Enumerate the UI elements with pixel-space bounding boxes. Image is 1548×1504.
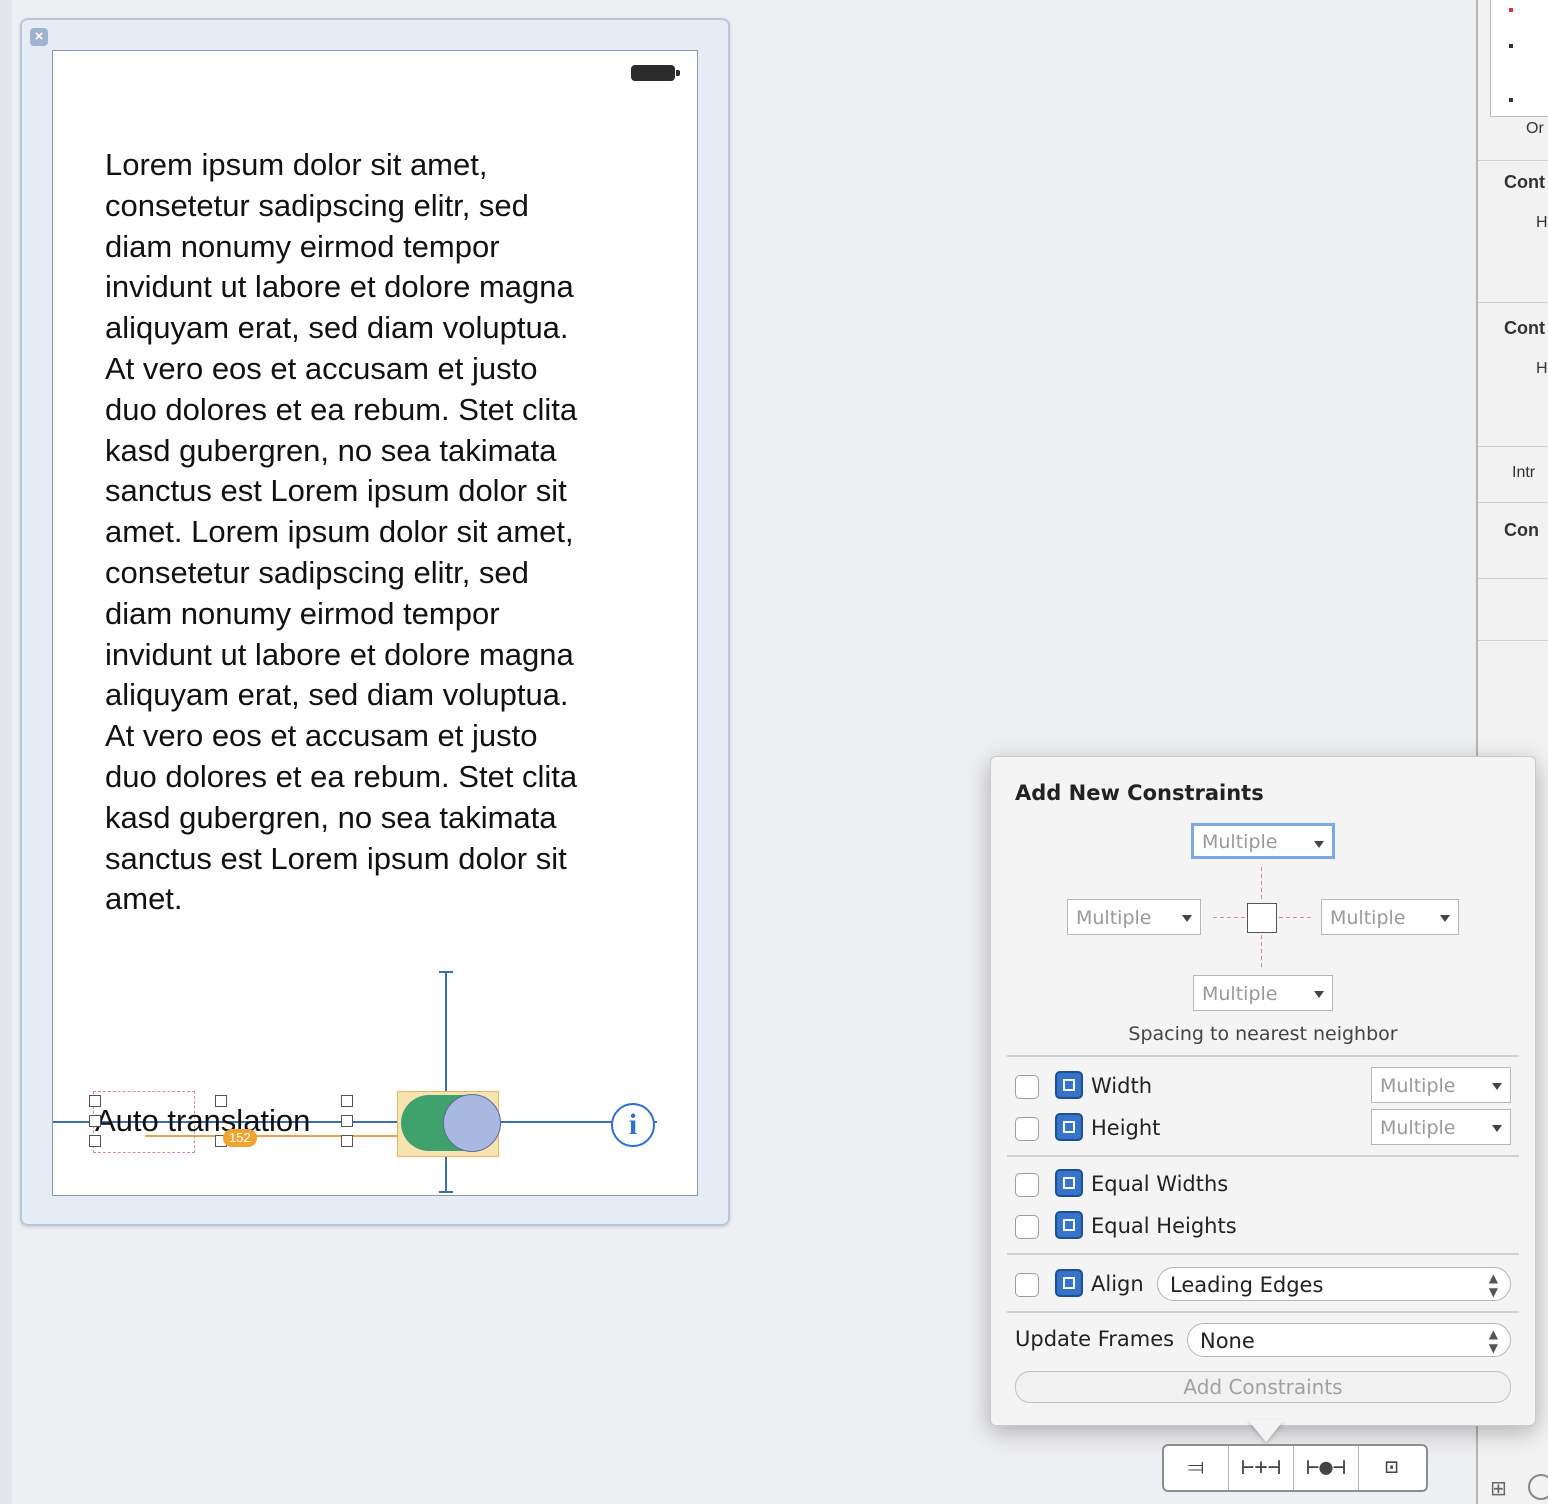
divider xyxy=(1007,1055,1519,1057)
equal-heights-row: Equal Heights xyxy=(1015,1211,1515,1241)
constraint-center-box xyxy=(1247,903,1277,933)
divider xyxy=(1007,1253,1519,1255)
top-spacing-value: Multiple xyxy=(1202,831,1278,853)
right-pin-icon[interactable] xyxy=(1279,917,1311,918)
resizing-icon[interactable]: ⊡ xyxy=(1359,1446,1424,1490)
align-popup[interactable]: Leading Edges ▲ ▼ xyxy=(1157,1267,1511,1301)
resolve-icon[interactable]: ⊢●⊣ xyxy=(1294,1446,1359,1490)
divider xyxy=(1478,446,1548,447)
bottom-spacing-field[interactable]: Multiple xyxy=(1193,975,1333,1011)
resize-handle[interactable] xyxy=(341,1135,353,1147)
divider xyxy=(1478,302,1548,303)
height-checkbox[interactable] xyxy=(1015,1117,1039,1141)
inspector-label: Or xyxy=(1526,120,1544,137)
width-value-field[interactable]: Multiple xyxy=(1371,1067,1511,1103)
up-down-arrows-icon: ▲ ▼ xyxy=(1488,1271,1498,1299)
align-label: Align xyxy=(1091,1272,1144,1296)
width-checkbox[interactable] xyxy=(1015,1075,1039,1099)
autoresizing-box[interactable] xyxy=(1490,0,1548,117)
chevron-down-icon[interactable] xyxy=(1492,1083,1502,1090)
resize-handle[interactable] xyxy=(215,1095,227,1107)
marker-dot xyxy=(1509,98,1513,102)
inspector-section-title: Cont xyxy=(1504,318,1545,338)
inspector-label: H xyxy=(1536,360,1548,377)
add-constraints-popover: Add New Constraints Multiple Multiple Mu… xyxy=(990,756,1536,1426)
info-button[interactable]: i xyxy=(611,1103,655,1147)
bottom-spacing-value: Multiple xyxy=(1202,983,1278,1005)
device-screen[interactable]: Lorem ipsum dolor sit amet, consetetur s… xyxy=(52,50,698,1196)
chevron-down-icon[interactable] xyxy=(1182,915,1192,922)
marker-dot xyxy=(1509,8,1513,12)
equal-widths-label: Equal Widths xyxy=(1091,1172,1229,1196)
inspector-section-title: Cont xyxy=(1504,172,1545,192)
right-spacing-value: Multiple xyxy=(1330,907,1406,929)
inspector-label: H xyxy=(1536,214,1548,231)
align-value: Leading Edges xyxy=(1170,1273,1324,1297)
resize-handle[interactable] xyxy=(89,1115,101,1127)
battery-icon xyxy=(631,65,680,81)
text-view[interactable]: Lorem ipsum dolor sit amet, consetetur s… xyxy=(105,145,665,920)
chevron-down-icon[interactable] xyxy=(1440,915,1450,922)
equal-heights-label: Equal Heights xyxy=(1091,1214,1237,1238)
constraint-badge[interactable]: 152 xyxy=(223,1129,257,1147)
width-icon xyxy=(1055,1071,1083,1099)
equal-heights-checkbox[interactable] xyxy=(1015,1215,1039,1239)
view-controller-scene[interactable]: × Lorem ipsum dolor sit amet, consetetur… xyxy=(20,18,730,1226)
left-spacing-field[interactable]: Multiple xyxy=(1067,899,1201,935)
switch-knob[interactable] xyxy=(443,1094,501,1152)
add-constraints-button[interactable]: Add Constraints xyxy=(1015,1371,1511,1403)
chevron-down-icon[interactable] xyxy=(1314,841,1324,848)
left-pin-icon[interactable] xyxy=(1213,917,1245,918)
right-spacing-field[interactable]: Multiple xyxy=(1321,899,1459,935)
equal-widths-icon xyxy=(1055,1169,1083,1197)
popover-title: Add New Constraints xyxy=(1015,781,1264,805)
left-edge-strip xyxy=(0,0,12,1504)
equal-widths-checkbox[interactable] xyxy=(1015,1173,1039,1197)
update-frames-popup[interactable]: None ▲ ▼ xyxy=(1187,1323,1511,1357)
align-icon[interactable]: ⫤ xyxy=(1164,1446,1229,1490)
width-value: Multiple xyxy=(1380,1075,1456,1097)
pin-icon[interactable]: ⊢+⊣ xyxy=(1229,1446,1294,1490)
update-frames-label: Update Frames xyxy=(1015,1327,1175,1351)
bottom-pin-icon[interactable] xyxy=(1261,935,1262,969)
top-pin-icon[interactable] xyxy=(1261,867,1262,901)
equal-widths-row: Equal Widths xyxy=(1015,1169,1515,1199)
divider xyxy=(1478,578,1548,579)
close-icon[interactable]: × xyxy=(30,28,48,46)
align-checkbox[interactable] xyxy=(1015,1273,1039,1297)
inspector-label: Intr xyxy=(1512,464,1536,481)
auto-layout-toolbar: ⫤ ⊢+⊣ ⊢●⊣ ⊡ xyxy=(1162,1444,1428,1492)
height-label: Height xyxy=(1091,1116,1161,1140)
grid-icon[interactable]: ⊞ xyxy=(1490,1476,1507,1500)
top-spacing-field[interactable]: Multiple xyxy=(1191,823,1335,859)
zoom-icon[interactable] xyxy=(1528,1474,1548,1500)
spacing-caption: Spacing to nearest neighbor xyxy=(1128,1023,1398,1045)
divider xyxy=(1007,1311,1519,1313)
align-icon xyxy=(1055,1269,1083,1297)
resize-handle[interactable] xyxy=(89,1135,101,1147)
resize-handle[interactable] xyxy=(341,1095,353,1107)
left-spacing-value: Multiple xyxy=(1076,907,1152,929)
divider xyxy=(1478,502,1548,503)
divider xyxy=(1007,1155,1519,1157)
update-frames-value: None xyxy=(1200,1329,1255,1353)
chevron-down-icon[interactable] xyxy=(1314,991,1324,998)
equal-heights-icon xyxy=(1055,1211,1083,1239)
popover-arrow xyxy=(1248,1420,1284,1442)
marker-dot xyxy=(1509,44,1513,48)
height-value-field[interactable]: Multiple xyxy=(1371,1109,1511,1145)
auto-translation-label[interactable]: Auto translation xyxy=(95,1103,310,1139)
height-value: Multiple xyxy=(1380,1117,1456,1139)
vertical-constraint-line[interactable] xyxy=(439,971,453,1193)
inspector-section-title: Con xyxy=(1504,520,1539,540)
resize-handle[interactable] xyxy=(341,1115,353,1127)
divider xyxy=(1478,640,1548,641)
up-down-arrows-icon: ▲ ▼ xyxy=(1488,1327,1498,1355)
width-label: Width xyxy=(1091,1074,1153,1098)
divider xyxy=(1478,160,1548,161)
resize-handle[interactable] xyxy=(89,1095,101,1107)
chevron-down-icon[interactable] xyxy=(1492,1125,1502,1132)
height-icon xyxy=(1055,1113,1083,1141)
